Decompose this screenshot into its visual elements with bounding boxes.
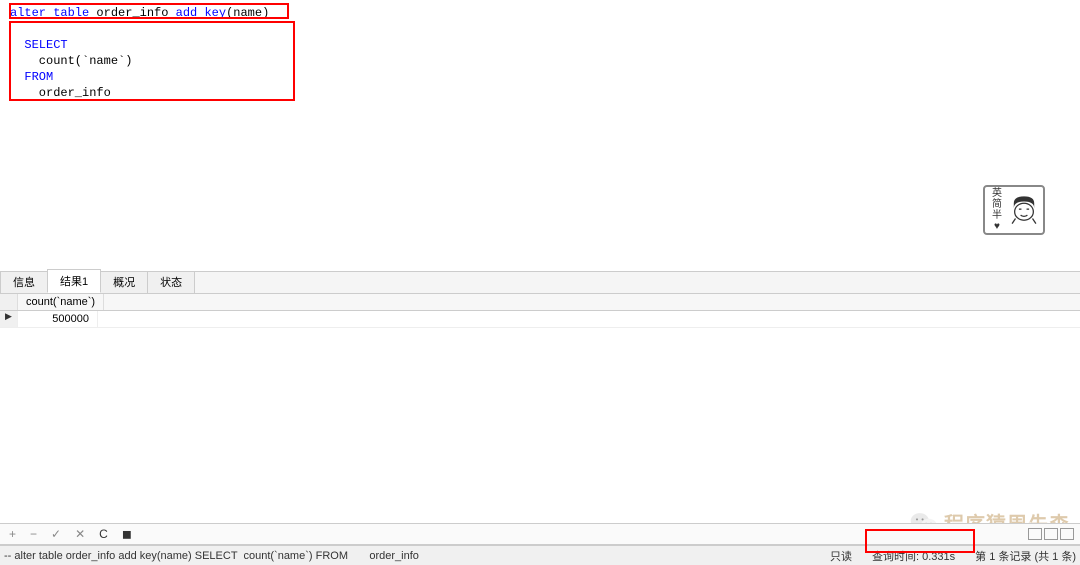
results-grid[interactable]: count(`name`) ▶ 500000 [0,294,1080,504]
sticker-char2: 简 [987,199,1007,210]
sticker-heart: ♥ [987,221,1007,232]
add-row-button[interactable]: + [6,527,19,541]
tab-info[interactable]: 信息 [0,270,48,293]
sql-editor-pane[interactable]: alter table order_info add key(name) SEL… [0,0,1080,272]
cartoon-face-icon [1007,193,1041,227]
keyword-from: FROM [24,70,53,84]
sticker-char3: 半 [987,210,1007,221]
status-readonly: 只读 [830,548,852,564]
table-row[interactable]: ▶ 500000 [0,311,1080,328]
cell-count-value[interactable]: 500000 [18,311,98,327]
cancel-button[interactable]: ✕ [72,527,88,541]
tab-profile[interactable]: 概况 [100,270,148,293]
results-tabs: 信息 结果1 概况 状态 [0,272,1080,294]
tablename: order_info [89,6,175,20]
status-query-text: -- alter table order_info add key(name) … [4,550,419,562]
key-params: (name) [226,6,269,20]
keyword-select: SELECT [24,38,67,52]
status-record-count: 第 1 条记录 (共 1 条) [975,548,1076,564]
sticker-char1: 英 [987,188,1007,199]
keyword-table: table [53,6,89,20]
keyword-alter: alter [10,6,46,20]
grid-view-icon[interactable] [1028,528,1042,540]
refresh-button[interactable]: C [96,527,111,541]
tab-status[interactable]: 状态 [147,270,195,293]
status-bar: -- alter table order_info add key(name) … [0,545,1080,565]
column-header-count[interactable]: count(`name`) [18,294,104,310]
stop-button[interactable]: ◼ [119,527,135,541]
from-table: order_info [10,86,111,100]
form-view-icon[interactable] [1044,528,1058,540]
keyword-key: key [204,6,226,20]
code-editor[interactable]: alter table order_info add key(name) SEL… [0,0,1080,106]
row-pointer-icon: ▶ [0,311,18,327]
row-indicator-header [0,294,18,310]
grid-header-row: count(`name`) [0,294,1080,311]
count-expr: count(`name`) [10,54,132,68]
sticker-widget: 英 简 半 ♥ [983,185,1045,235]
status-query-time: 查询时间: 0.331s [872,548,955,564]
keyword-add: add [176,6,198,20]
apply-button[interactable]: ✓ [48,527,64,541]
tab-result1[interactable]: 结果1 [47,269,101,293]
delete-row-button[interactable]: − [27,527,40,541]
text-view-icon[interactable] [1060,528,1074,540]
grid-toolbar: + − ✓ ✕ C ◼ [0,523,1080,545]
